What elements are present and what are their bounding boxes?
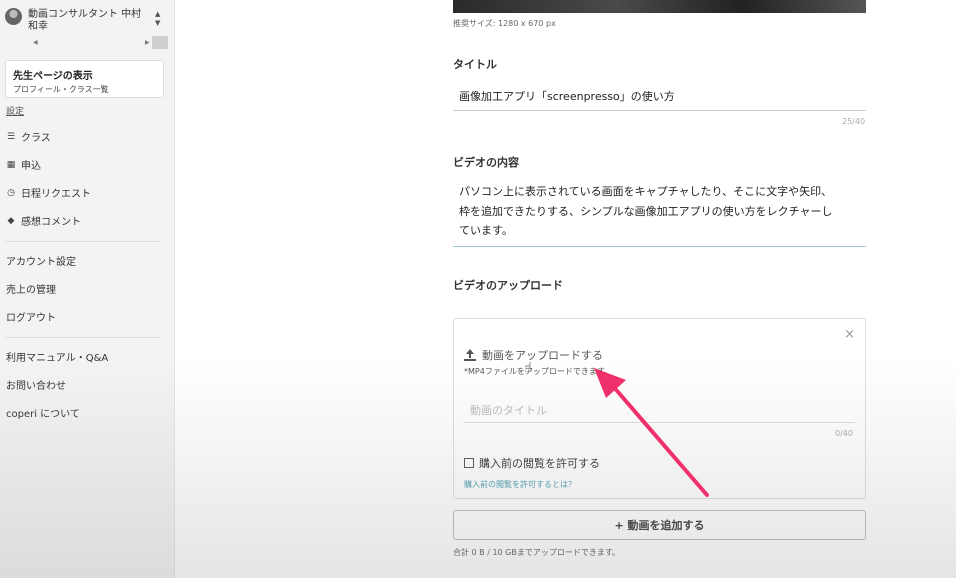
video-upload-panel: × 動画をアップロードする *MP4ファイルをアップロードできます。 動画のタイ… xyxy=(453,318,866,499)
sidebar-item-comments[interactable]: ◆ 感想コメント xyxy=(6,213,81,229)
building-icon: ▦ xyxy=(6,159,16,170)
video-title-input[interactable]: 動画のタイトル xyxy=(464,396,855,423)
allow-preview-help-link[interactable]: 購入前の閲覧を許可するとは？ xyxy=(464,479,576,490)
divider xyxy=(6,241,160,242)
sidebar-item-class[interactable]: ☰ クラス xyxy=(6,129,51,145)
avatar xyxy=(5,8,22,25)
list-icon: ☰ xyxy=(6,131,16,142)
upload-video-label: 動画をアップロードする xyxy=(482,349,603,362)
sidebar-item-label: 感想コメント xyxy=(21,217,81,228)
sidebar-item-label: クラス xyxy=(21,133,51,144)
clock-icon: ◷ xyxy=(7,187,15,198)
recommended-size-note: 推奨サイズ: 1280 x 670 px xyxy=(453,19,556,28)
description-line: ています。 xyxy=(459,224,513,237)
allow-preview-checkbox[interactable] xyxy=(464,458,474,468)
allow-preview-option[interactable]: 購入前の閲覧を許可する xyxy=(464,455,600,471)
description-label: ビデオの内容 xyxy=(453,156,519,169)
sidebar-item-schedule-request[interactable]: ◷ 日程リクエスト xyxy=(6,185,91,201)
sidebar-item-label: 申込 xyxy=(21,161,41,172)
description-textarea[interactable]: パソコン上に表示されている画面をキャプチャしたり、そこに文字や矢印、 枠を追加で… xyxy=(453,182,866,247)
scrollbar-thumb[interactable] xyxy=(152,36,168,49)
main-content: 推奨サイズ: 1280 x 670 px タイトル 画像加工アプリ「screen… xyxy=(175,0,956,578)
sidebar-item-sales[interactable]: 売上の管理 xyxy=(6,281,56,296)
sidebar-item-label: 日程リクエスト xyxy=(21,189,91,200)
sidebar-item-application[interactable]: ▦ 申込 xyxy=(6,157,41,173)
upload-icon xyxy=(464,349,476,361)
sidebar-item-manual[interactable]: 利用マニュアル・Q&A xyxy=(6,349,108,364)
teacher-page-title: 先生ページの表示 xyxy=(13,71,93,82)
hand-cursor-icon: ☝ xyxy=(524,360,533,376)
upload-total-note: 合計 0 B / 10 GBまでアップロードできます。 xyxy=(453,548,621,557)
teacher-page-card[interactable]: 先生ページの表示 プロフィール・クラス一覧 xyxy=(5,60,164,98)
description-line: パソコン上に表示されている画面をキャプチャしたり、そこに文字や矢印、 xyxy=(459,185,833,198)
sidebar-item-about[interactable]: coperi について xyxy=(6,405,80,420)
profile-header[interactable]: 動画コンサルタント 中村 和幸 ▲ ▼ ◀ ▶ xyxy=(5,6,168,49)
sidebar: 動画コンサルタント 中村 和幸 ▲ ▼ ◀ ▶ 先生ページの表示 プロフィール・クラ… xyxy=(0,0,175,578)
sidebar-item-account-settings[interactable]: アカウント設定 xyxy=(6,253,76,268)
teacher-page-subtitle: プロフィール・クラス一覧 xyxy=(13,85,109,94)
settings-link[interactable]: 設定 xyxy=(6,104,24,117)
close-icon[interactable]: × xyxy=(844,327,855,342)
upload-video-button[interactable]: 動画をアップロードする xyxy=(464,347,603,363)
thumbnail-image xyxy=(453,0,866,13)
title-counter: 25/40 xyxy=(842,117,866,126)
allow-preview-label: 購入前の閲覧を許可する xyxy=(479,457,600,470)
scroll-arrows-icon[interactable]: ▲ ▼ xyxy=(155,10,160,28)
profile-name: 動画コンサルタント 中村 和幸 xyxy=(28,9,142,32)
comments-icon: ◆ xyxy=(7,215,15,226)
divider xyxy=(6,337,160,338)
sidebar-item-logout[interactable]: ログアウト xyxy=(6,309,56,324)
title-input[interactable]: 画像加工アプリ「screenpresso」の使い方 xyxy=(453,83,866,111)
video-title-counter: 0/40 xyxy=(835,429,853,438)
description-line: 枠を追加できたりする、シンプルな画像加工アプリの使い方をレクチャーし xyxy=(459,204,833,218)
sidebar-item-contact[interactable]: お問い合わせ xyxy=(6,377,66,392)
video-upload-label: ビデオのアップロード xyxy=(453,279,563,292)
title-label: タイトル xyxy=(453,58,497,71)
add-video-button[interactable]: + 動画を追加する xyxy=(453,510,866,540)
horizontal-scroll-arrows-icon[interactable]: ◀ ▶ xyxy=(33,39,150,46)
upload-note: *MP4ファイルをアップロードできます。 xyxy=(464,367,613,376)
